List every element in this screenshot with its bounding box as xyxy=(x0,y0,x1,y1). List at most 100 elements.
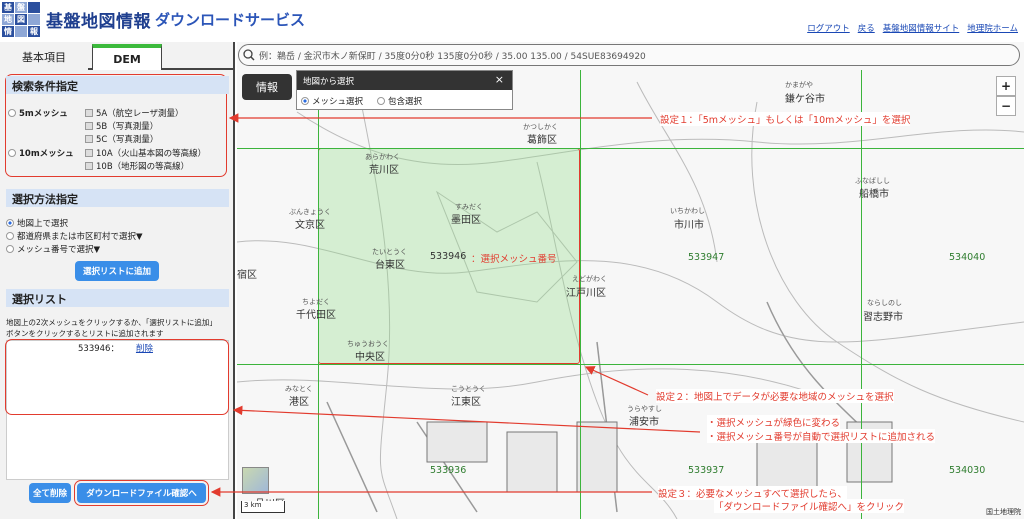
top-links: ログアウト 戻る 基盤地図情報サイト 地理院ホーム xyxy=(807,22,1018,34)
method-map-label: 地図上で選択 xyxy=(17,219,69,229)
method-title: 選択方法指定 xyxy=(6,189,229,207)
tab-basic-items[interactable]: 基本項目 xyxy=(0,44,88,70)
checkbox-icon[interactable] xyxy=(85,162,93,170)
radio-10m[interactable]: 10mメッシュ xyxy=(8,147,74,159)
search-input[interactable]: 例：鵜岳 / 金沢市木ノ新保町 / 35度0分0秒 135度0分0秒 / 35.… xyxy=(238,44,1020,66)
conditions-title: 検索条件指定 xyxy=(6,76,229,94)
annotation-step3: 設定３：必要なメッシュすべて選択したら、 xyxy=(658,486,847,500)
radio-icon[interactable] xyxy=(6,232,14,240)
popup-mesh-select[interactable]: メッシュ選択 xyxy=(301,95,363,107)
list-desc-1: 地図上の2次メッシュをクリックするか、「選択リストに追加」 xyxy=(6,318,217,327)
method-municipality-label: 都道府県または市区町村で選択▼ xyxy=(17,232,143,242)
place-label: 千代田区 xyxy=(296,310,336,321)
place-label: 鎌ケ谷市 xyxy=(785,94,825,105)
place-label: 市川市 xyxy=(674,220,704,231)
checkbox-10a[interactable]: 10A（火山基本図の等高線） xyxy=(85,147,206,159)
checkbox-10a-label: 10A（火山基本図の等高線） xyxy=(96,149,207,159)
popup-include-select[interactable]: 包含選択 xyxy=(377,95,422,107)
place-label: 船橋市 xyxy=(859,189,889,200)
list-title: 選択リスト xyxy=(6,289,229,307)
close-icon[interactable]: × xyxy=(495,73,504,86)
place-label: 習志野市 xyxy=(863,312,903,323)
method-mesh-label: メッシュ番号で選択▼ xyxy=(17,245,101,255)
place-label: 宿区 xyxy=(237,270,257,281)
annotation-step1: 設定１：「5mメッシュ」もしくは「10mメッシュ」を選択 xyxy=(660,112,911,126)
add-to-list-button[interactable]: 選択リストに追加 xyxy=(75,261,159,281)
popup-include-label: 包含選択 xyxy=(388,97,423,107)
place-label: 荒川区 xyxy=(369,165,399,176)
left-panel: 基本項目 DEM 検索条件指定 5mメッシュ 5A（航空レーザ測量） 5B（写真… xyxy=(0,42,235,519)
annotation-step2: 設定２：地図上でデータが必要な地域のメッシュを選択 xyxy=(656,389,894,403)
checkbox-5a[interactable]: 5A（航空レーザ測量） xyxy=(85,107,184,119)
annotation-step2-note1: ・選択メッシュが緑色に変わる xyxy=(707,415,841,429)
info-button[interactable]: 情報 xyxy=(242,74,292,100)
attribution: 国土地理院 xyxy=(986,508,1021,516)
zoom-out-button[interactable]: − xyxy=(996,96,1016,116)
tab-dem[interactable]: DEM xyxy=(92,44,162,70)
layer-thumbnail-button[interactable] xyxy=(242,467,269,494)
place-label: 中央区 xyxy=(355,352,385,363)
checkbox-icon[interactable] xyxy=(85,122,93,130)
kiban-site-link[interactable]: 基盤地図情報サイト xyxy=(883,22,960,34)
app-title: 基盤地図情報 xyxy=(46,12,151,32)
back-link[interactable]: 戻る xyxy=(858,22,875,34)
place-label: 江東区 xyxy=(451,397,481,408)
mesh-code: 533946 xyxy=(430,251,467,262)
list-item-delete-link[interactable]: 削除 xyxy=(136,342,153,354)
mesh-code: 533937 xyxy=(688,465,725,476)
radio-5m-icon[interactable] xyxy=(8,109,16,117)
map-select-popup: 地図から選択 × メッシュ選択 包含選択 xyxy=(296,70,513,110)
place-label: 墨田区 xyxy=(451,215,481,226)
radio-10m-label: 10mメッシュ xyxy=(19,149,74,159)
checkbox-5a-label: 5A（航空レーザ測量） xyxy=(96,109,184,119)
checkbox-icon[interactable] xyxy=(85,149,93,157)
annotation-step2-note2: ・選択メッシュ番号が自動で選択リストに追加される xyxy=(707,429,936,443)
radio-icon[interactable] xyxy=(377,97,385,105)
scale-bar: 3 km xyxy=(241,501,285,513)
mesh-code: 533947 xyxy=(688,252,725,263)
list-item-code: 533946： xyxy=(78,344,119,354)
tab-bar: 基本項目 DEM xyxy=(0,42,235,70)
radio-10m-icon[interactable] xyxy=(8,149,16,157)
clear-all-button[interactable]: 全て削除 xyxy=(29,483,71,503)
place-kana: かまがや xyxy=(785,81,813,89)
mesh-code: 534040 xyxy=(949,252,986,263)
mesh-grid-line xyxy=(237,148,1024,149)
method-municipality[interactable]: 都道府県または市区町村で選択▼ xyxy=(6,230,143,242)
checkbox-icon[interactable] xyxy=(85,135,93,143)
checkbox-10b[interactable]: 10B（地形図の等高線） xyxy=(85,160,189,172)
place-label: 葛飾区 xyxy=(527,135,557,146)
annotation-step3b: 「ダウンロードファイル確認へ」をクリック xyxy=(714,499,905,513)
checkbox-5b-label: 5B（写真測量） xyxy=(96,122,159,132)
list-item: 533946： 削除 xyxy=(78,342,153,354)
mesh-code: 534030 xyxy=(949,465,986,476)
checkbox-10b-label: 10B（地形図の等高線） xyxy=(96,162,190,172)
place-label: 台東区 xyxy=(375,260,405,271)
radio-5m-label: 5mメッシュ xyxy=(19,109,68,119)
popup-title: 地図から選択 xyxy=(303,77,355,87)
popup-mesh-label: メッシュ選択 xyxy=(312,97,364,107)
place-kana: いちかわし xyxy=(670,207,705,215)
checkbox-5b[interactable]: 5B（写真測量） xyxy=(85,120,158,132)
zoom-in-button[interactable]: + xyxy=(996,76,1016,96)
logout-link[interactable]: ログアウト xyxy=(807,22,850,34)
checkbox-5c[interactable]: 5C（写真測量） xyxy=(85,133,158,145)
place-kana: ならしのし xyxy=(867,299,902,307)
place-label: 文京区 xyxy=(295,220,325,231)
gsi-home-link[interactable]: 地理院ホーム xyxy=(967,22,1018,34)
radio-5m[interactable]: 5mメッシュ xyxy=(8,107,68,119)
place-kana: えどがわく xyxy=(572,275,607,283)
header: 基盤 地図 情報 基盤地図情報 ダウンロードサービス ログアウト 戻る 基盤地図… xyxy=(0,0,1024,42)
method-map[interactable]: 地図上で選択 xyxy=(6,217,68,229)
radio-icon[interactable] xyxy=(6,245,14,253)
logo: 基盤 地図 情報 xyxy=(2,2,40,37)
place-label: 江戸川区 xyxy=(566,288,606,299)
method-mesh-number[interactable]: メッシュ番号で選択▼ xyxy=(6,243,100,255)
download-confirm-button[interactable]: ダウンロードファイル確認へ xyxy=(77,483,206,503)
checkbox-icon[interactable] xyxy=(85,109,93,117)
mesh-code: 533936 xyxy=(430,465,467,476)
search-icon xyxy=(243,49,255,61)
radio-icon[interactable] xyxy=(301,97,309,105)
list-desc-2: ボタンをクリックするとリストに追加されます xyxy=(6,329,164,338)
radio-icon[interactable] xyxy=(6,219,14,227)
